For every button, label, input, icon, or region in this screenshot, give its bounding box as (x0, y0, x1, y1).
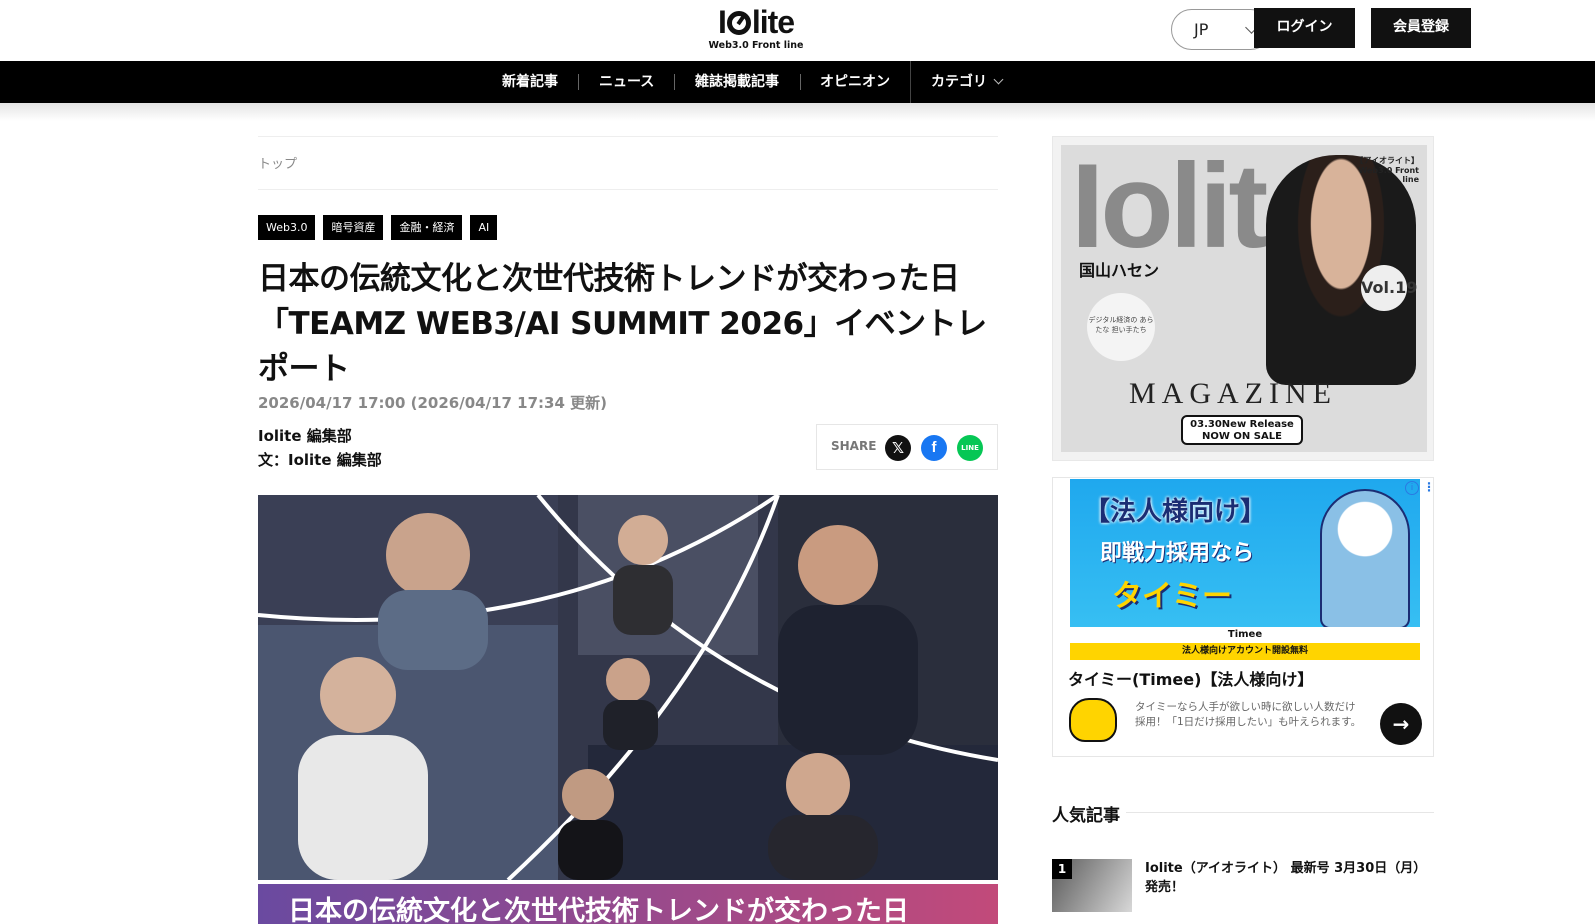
ad-brand-bar: Timee (1070, 627, 1420, 643)
hero-collage (258, 495, 998, 880)
breadcrumb[interactable]: トップ (258, 153, 297, 172)
popular-item-title[interactable]: Iolite（アイオライト） 最新号 3月30日（月）発売！ (1145, 859, 1435, 897)
magazine-cover: Iolite 【アイオライト】 Web3.0 Front line 国山ハセン … (1061, 145, 1427, 452)
ad-brand-text: タイミー (1112, 579, 1232, 614)
share-box: SHARE 𝕏 f LINE (816, 424, 998, 470)
share-label: SHARE (831, 439, 877, 453)
magazine-banner[interactable]: Iolite 【アイオライト】 Web3.0 Front line 国山ハセン … (1052, 136, 1434, 461)
site-header: Ilite Web3.0 Front line JP ログイン 会員登録 (0, 0, 1595, 61)
site-logo[interactable]: Ilite Web3.0 Front line (708, 5, 804, 55)
nav-item-new[interactable]: 新着記事 (502, 61, 558, 103)
nav-divider (800, 74, 801, 90)
cover-name: 国山ハセン (1079, 261, 1160, 280)
nav-divider (910, 61, 911, 103)
divider (1126, 812, 1434, 813)
nav-item-news[interactable]: ニュース (599, 61, 654, 103)
article-writer: 文：Iolite 編集部 (258, 451, 382, 469)
article-title: 日本の伝統文化と次世代技術トレンドが交わった日「TEAMZ WEB3/AI SU… (258, 261, 987, 387)
ad-info-icon[interactable]: i (1405, 481, 1419, 495)
ad-description: タイミーなら人手が欲しい時に欲しい人数だけ採用！「1日だけ採用したい」も叶えられ… (1135, 701, 1362, 728)
cover-volume: Vol.19 (1361, 265, 1417, 311)
magazine-label: 【アイオライト】 Web3.0 Front line (1355, 156, 1419, 184)
ad-subheadline: 即戦力採用なら (1100, 541, 1255, 566)
language-value: JP (1194, 20, 1209, 39)
ad-more-icon[interactable]: ⋮ (1423, 480, 1435, 494)
article-date: 2026/04/17 17:00 (2026/04/17 17:34 更新) (258, 394, 607, 412)
line-share-icon[interactable]: LINE (957, 435, 983, 461)
cover-magazine-word: MAGAZINE (1129, 377, 1337, 410)
ad-illustration (1320, 489, 1410, 629)
popular-rank-badge: 1 (1052, 859, 1072, 879)
nav-item-opinion[interactable]: オピニオン (820, 61, 890, 103)
nav-divider (578, 74, 579, 90)
tag-web3[interactable]: Web3.0 (258, 215, 316, 240)
release-badge: 03.30New Release NOW ON SALE (1181, 415, 1303, 445)
nav-category-label: カテゴリ (931, 74, 987, 90)
hero-caption: 日本の伝統文化と次世代技術トレンドが交わった日 (258, 884, 998, 924)
ad-banner-image[interactable]: 【法人様向け】 即戦力採用なら タイミー Timee 法人様向けアカウント開設無… (1070, 479, 1420, 660)
tag-finance[interactable]: 金融・経済 (391, 215, 463, 240)
logo-mark: Ilite (717, 4, 795, 40)
article-tags: Web3.0 暗号資産 金融・経済 AI (258, 215, 498, 240)
main-nav: 新着記事 ニュース 雑誌掲載記事 オピニオン カテゴリ (0, 61, 1595, 103)
divider (258, 136, 998, 137)
ad-title[interactable]: タイミー(Timee)【法人様向け】 (1068, 666, 1313, 690)
nav-item-category[interactable]: カテゴリ (931, 61, 1004, 103)
nav-divider (674, 74, 675, 90)
popular-heading: 人気記事 (1052, 806, 1120, 826)
article-author[interactable]: Iolite 編集部 (258, 425, 352, 446)
nav-shadow (0, 103, 1595, 121)
release-date: 03.30New Release (1190, 419, 1294, 430)
login-button[interactable]: ログイン (1254, 8, 1355, 48)
tag-crypto[interactable]: 暗号資産 (323, 215, 384, 240)
sidebar-ad[interactable]: 【法人様向け】 即戦力採用なら タイミー Timee 法人様向けアカウント開設無… (1052, 477, 1435, 757)
chevron-down-icon (993, 74, 1004, 85)
register-button[interactable]: 会員登録 (1371, 8, 1471, 48)
hero-image (258, 495, 998, 880)
ad-offer-bar: 法人様向けアカウント開設無料 (1070, 643, 1420, 660)
x-share-icon[interactable]: 𝕏 (885, 435, 911, 461)
facebook-share-icon[interactable]: f (921, 435, 947, 461)
logo-tagline: Web3.0 Front line (708, 40, 804, 51)
ad-headline: 【法人様向け】 (1084, 497, 1267, 527)
divider (258, 189, 998, 190)
arrow-right-icon[interactable]: → (1380, 703, 1422, 745)
cover-circle-text: デジタル経済の あらたな 担い手たち (1087, 293, 1155, 361)
on-sale-label: NOW ON SALE (1202, 431, 1282, 442)
tag-ai[interactable]: AI (470, 215, 498, 240)
nav-item-magazine[interactable]: 雑誌掲載記事 (695, 61, 779, 103)
ad-logo-icon (1069, 698, 1117, 742)
